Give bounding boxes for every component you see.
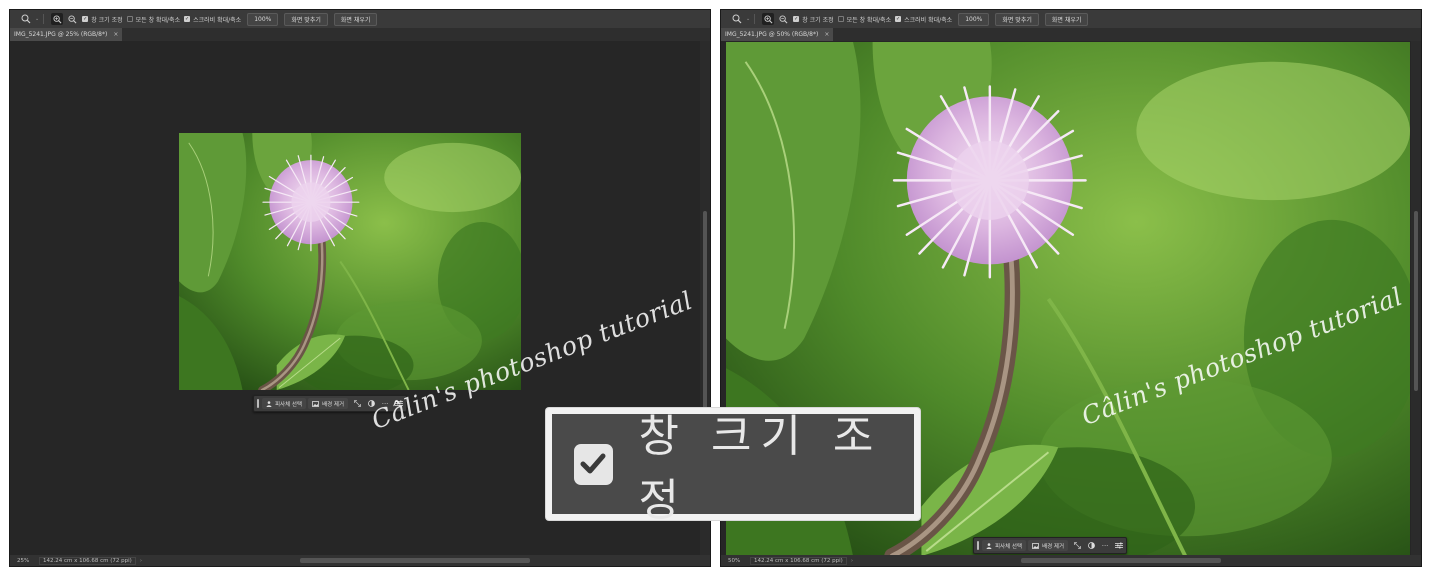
zoom-in-icon[interactable] <box>51 13 64 25</box>
zoom-out-icon[interactable] <box>777 13 789 25</box>
expand-icon[interactable] <box>1070 542 1084 549</box>
fill-screen-button[interactable]: 화면 채우기 <box>1044 12 1089 26</box>
check-icon: ✓ <box>895 15 902 22</box>
document-tab[interactable]: IMG_5241.JPG @ 25% (RGB/8*) × <box>10 28 123 41</box>
scrubby-zoom-checkbox[interactable]: ✓ 스크러비 확대/축소 <box>184 15 241 24</box>
document-info[interactable]: 142.24 cm x 106.68 cm (72 ppi) <box>750 556 847 565</box>
document-tab-bar: IMG_5241.JPG @ 25% (RGB/8*) × <box>10 28 710 41</box>
contrast-icon[interactable] <box>1084 542 1098 549</box>
horizontal-scroll-thumb[interactable] <box>1021 558 1221 563</box>
expand-icon[interactable] <box>350 400 364 407</box>
divider <box>43 14 45 24</box>
divider <box>754 14 756 24</box>
zoom-all-windows-label: 모든 창 확대/축소 <box>135 16 181 24</box>
checkbox-empty <box>126 16 133 22</box>
chevron-down-icon[interactable]: ⌄ <box>35 16 39 22</box>
resize-windows-checkbox[interactable]: ✓ 창 크기 조정 <box>82 15 123 24</box>
sliders-icon[interactable] <box>1112 542 1126 549</box>
person-icon <box>986 542 992 549</box>
select-subject-label: 피사체 선택 <box>275 401 303 408</box>
check-icon <box>574 443 613 485</box>
scrubby-zoom-checkbox[interactable]: ✓ 스크러비 확대/축소 <box>895 15 952 24</box>
fit-screen-button[interactable]: 화면 맞추기 <box>284 12 328 26</box>
check-icon: ✓ <box>184 15 191 22</box>
document-tab-title: IMG_5241.JPG @ 25% (RGB/8*) <box>14 31 108 38</box>
horizontal-scroll-thumb[interactable] <box>300 558 530 563</box>
status-bar: 50% 142.24 cm x 106.68 cm (72 ppi) › <box>721 555 1421 566</box>
callout-panel: 창 크기 조정 <box>552 411 914 526</box>
zoom-out-icon[interactable] <box>66 13 78 25</box>
zoom-tool-icon[interactable] <box>18 13 34 25</box>
zoom-all-windows-checkbox[interactable]: 모든 창 확대/축소 <box>837 15 892 24</box>
contextual-task-bar: 피사체 선택 배경 제거 ··· <box>973 537 1128 554</box>
zoom-100-button[interactable]: 100% <box>958 12 990 26</box>
drag-handle[interactable] <box>977 541 979 550</box>
chevron-right-icon[interactable]: › <box>140 558 142 564</box>
close-icon[interactable]: × <box>113 31 118 38</box>
more-icon[interactable]: ··· <box>1098 542 1112 550</box>
zoom-all-windows-label: 모든 창 확대/축소 <box>846 16 892 24</box>
status-zoom[interactable]: 50% <box>728 558 746 564</box>
close-icon[interactable]: × <box>824 31 829 38</box>
document-image <box>179 133 521 390</box>
check-icon: ✓ <box>82 15 89 22</box>
remove-background-button[interactable]: 배경 제거 <box>1028 540 1069 551</box>
document-tab-bar: IMG_5241.JPG @ 50% (RGB/8*) × <box>721 28 1421 41</box>
resize-windows-label: 창 크기 조정 <box>91 16 123 24</box>
zoom-100-button[interactable]: 100% <box>247 12 279 26</box>
vertical-scroll-thumb[interactable] <box>1414 211 1418 391</box>
status-zoom[interactable]: 25% <box>17 558 35 564</box>
select-subject-button[interactable]: 피사체 선택 <box>982 540 1027 551</box>
fit-screen-button[interactable]: 화면 맞추기 <box>995 12 1039 26</box>
document-tab[interactable]: IMG_5241.JPG @ 50% (RGB/8*) × <box>721 28 834 41</box>
callout-label: 창 크기 조정 <box>638 411 883 526</box>
resize-windows-checkbox[interactable]: ✓ 창 크기 조정 <box>793 15 834 24</box>
zoom-callout: 창 크기 조정 <box>546 408 920 526</box>
scrubby-zoom-label: 스크러비 확대/축소 <box>904 16 953 24</box>
select-subject-button[interactable]: 피사체 선택 <box>262 398 307 409</box>
options-bar: ⌄ ✓ 창 크기 조정 모든 창 확대/축소 ✓ 스크러비 확대/축소 100%… <box>721 10 1421 29</box>
image-icon <box>312 400 319 407</box>
scrubby-zoom-label: 스크러비 확대/축소 <box>193 16 242 24</box>
fill-screen-button[interactable]: 화면 채우기 <box>333 12 378 26</box>
zoom-in-icon[interactable] <box>762 13 775 25</box>
vertical-scrollbar[interactable] <box>1411 41 1421 555</box>
person-icon <box>266 400 272 407</box>
options-bar: ⌄ ✓ 창 크기 조정 모든 창 확대/축소 ✓ 스크러비 확대/축소 100%… <box>10 10 710 29</box>
remove-background-label: 배경 제거 <box>322 401 345 408</box>
document-tab-title: IMG_5241.JPG @ 50% (RGB/8*) <box>725 31 819 38</box>
drag-handle[interactable] <box>257 399 259 408</box>
zoom-all-windows-checkbox[interactable]: 모든 창 확대/축소 <box>126 15 181 24</box>
resize-windows-label: 창 크기 조정 <box>802 16 834 24</box>
chevron-right-icon[interactable]: › <box>851 558 853 564</box>
chevron-down-icon[interactable]: ⌄ <box>746 16 750 22</box>
check-icon: ✓ <box>793 15 800 22</box>
checkbox-empty <box>837 16 844 22</box>
remove-background-label: 배경 제거 <box>1042 543 1065 550</box>
image-icon <box>1032 542 1039 549</box>
document-info[interactable]: 142.24 cm x 106.68 cm (72 ppi) <box>39 556 136 565</box>
status-bar: 25% 142.24 cm x 106.68 cm (72 ppi) › <box>10 555 710 566</box>
select-subject-label: 피사체 선택 <box>995 543 1023 550</box>
remove-background-button[interactable]: 배경 제거 <box>308 398 349 409</box>
zoom-tool-icon[interactable] <box>729 13 745 25</box>
